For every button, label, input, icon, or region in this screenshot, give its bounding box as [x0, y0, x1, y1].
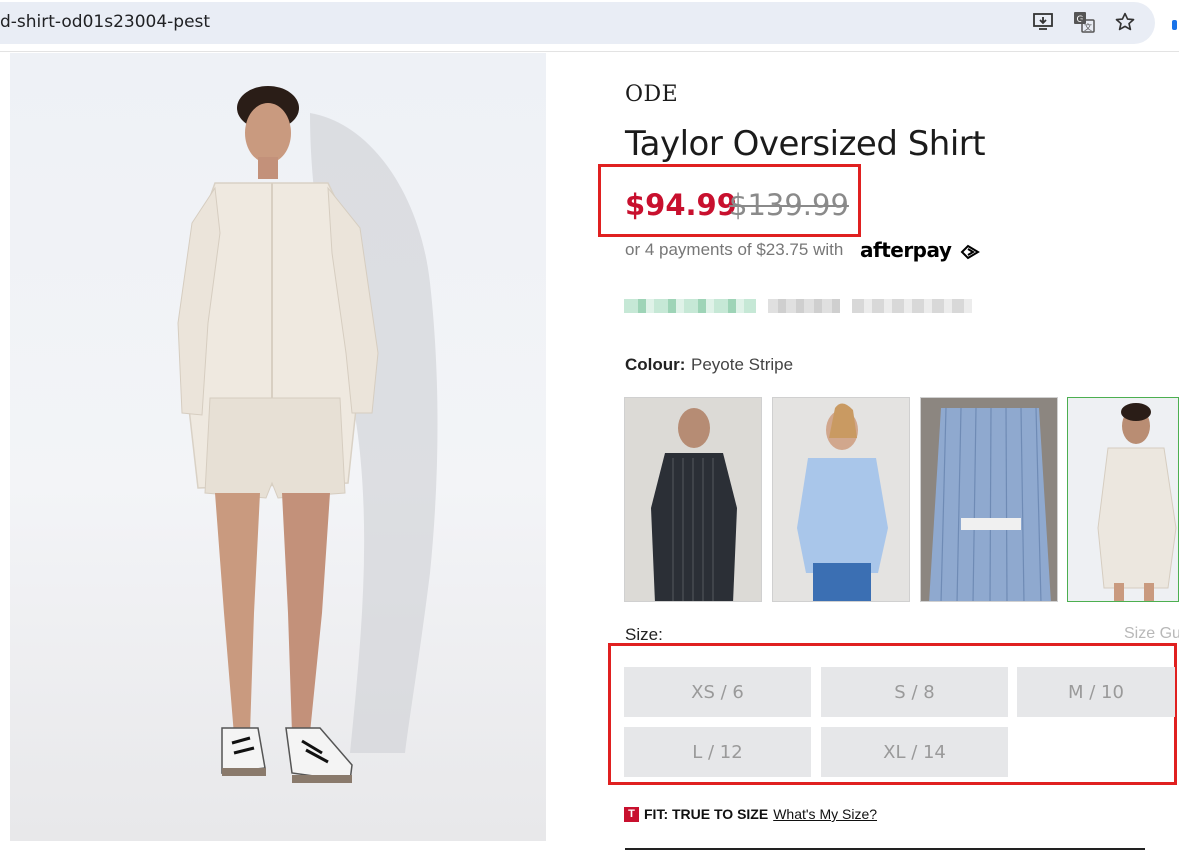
afterpay-logo[interactable]: afterpay — [860, 238, 982, 262]
afterpay-logo-text: afterpay — [860, 238, 952, 262]
whats-my-size-link[interactable]: What's My Size? — [773, 806, 877, 822]
size-option-xs[interactable]: XS / 6 — [624, 667, 811, 717]
translate-icon[interactable]: G文 — [1073, 11, 1095, 33]
colour-swatch-peyote-stripe[interactable] — [1067, 397, 1179, 602]
afterpay-installments-text: or 4 payments of $23.75 with — [625, 240, 844, 259]
size-label: Size: — [625, 625, 663, 644]
review-count-blurred — [768, 299, 840, 313]
size-option-l[interactable]: L / 12 — [624, 727, 811, 777]
review-link-blurred — [852, 299, 972, 313]
size-guide-link[interactable]: Size Gu — [1124, 625, 1179, 643]
bookmark-star-icon[interactable] — [1114, 11, 1136, 33]
fit-badge-icon: T — [624, 806, 639, 822]
fit-info: T FIT: TRUE TO SIZE What's My Size? — [624, 806, 877, 822]
size-option-m[interactable]: M / 10 — [1017, 667, 1175, 717]
colour-label: Colour: — [625, 355, 686, 374]
browser-toolbar: d-shirt-od01s23004-pest G文 — [0, 0, 1179, 52]
brand-name[interactable]: ODE — [625, 82, 678, 107]
rating-stars-blurred — [624, 299, 756, 313]
size-option-xl[interactable]: XL / 14 — [821, 727, 1008, 777]
afterpay-arrows-icon — [960, 244, 980, 259]
url-text[interactable]: d-shirt-od01s23004-pest — [0, 12, 210, 32]
sale-price: $94.99 — [625, 188, 737, 222]
product-hero-image[interactable] — [10, 53, 546, 841]
colour-swatch-light-blue[interactable] — [772, 397, 910, 602]
original-price: $139.99 — [729, 188, 849, 222]
svg-text:文: 文 — [1084, 22, 1092, 32]
profile-edge-indicator — [1172, 20, 1177, 30]
colour-value: Peyote Stripe — [691, 355, 794, 374]
colour-swatch-blue-stripe[interactable] — [920, 397, 1058, 602]
size-option-s[interactable]: S / 8 — [821, 667, 1008, 717]
install-app-icon[interactable] — [1033, 11, 1055, 33]
product-title: Taylor Oversized Shirt — [625, 124, 986, 164]
fit-text: FIT: TRUE TO SIZE — [644, 806, 769, 822]
colour-swatch-black-stripe[interactable] — [624, 397, 762, 602]
add-to-bag-button-top-edge[interactable] — [625, 848, 1145, 850]
address-bar[interactable]: d-shirt-od01s23004-pest — [0, 2, 1155, 44]
